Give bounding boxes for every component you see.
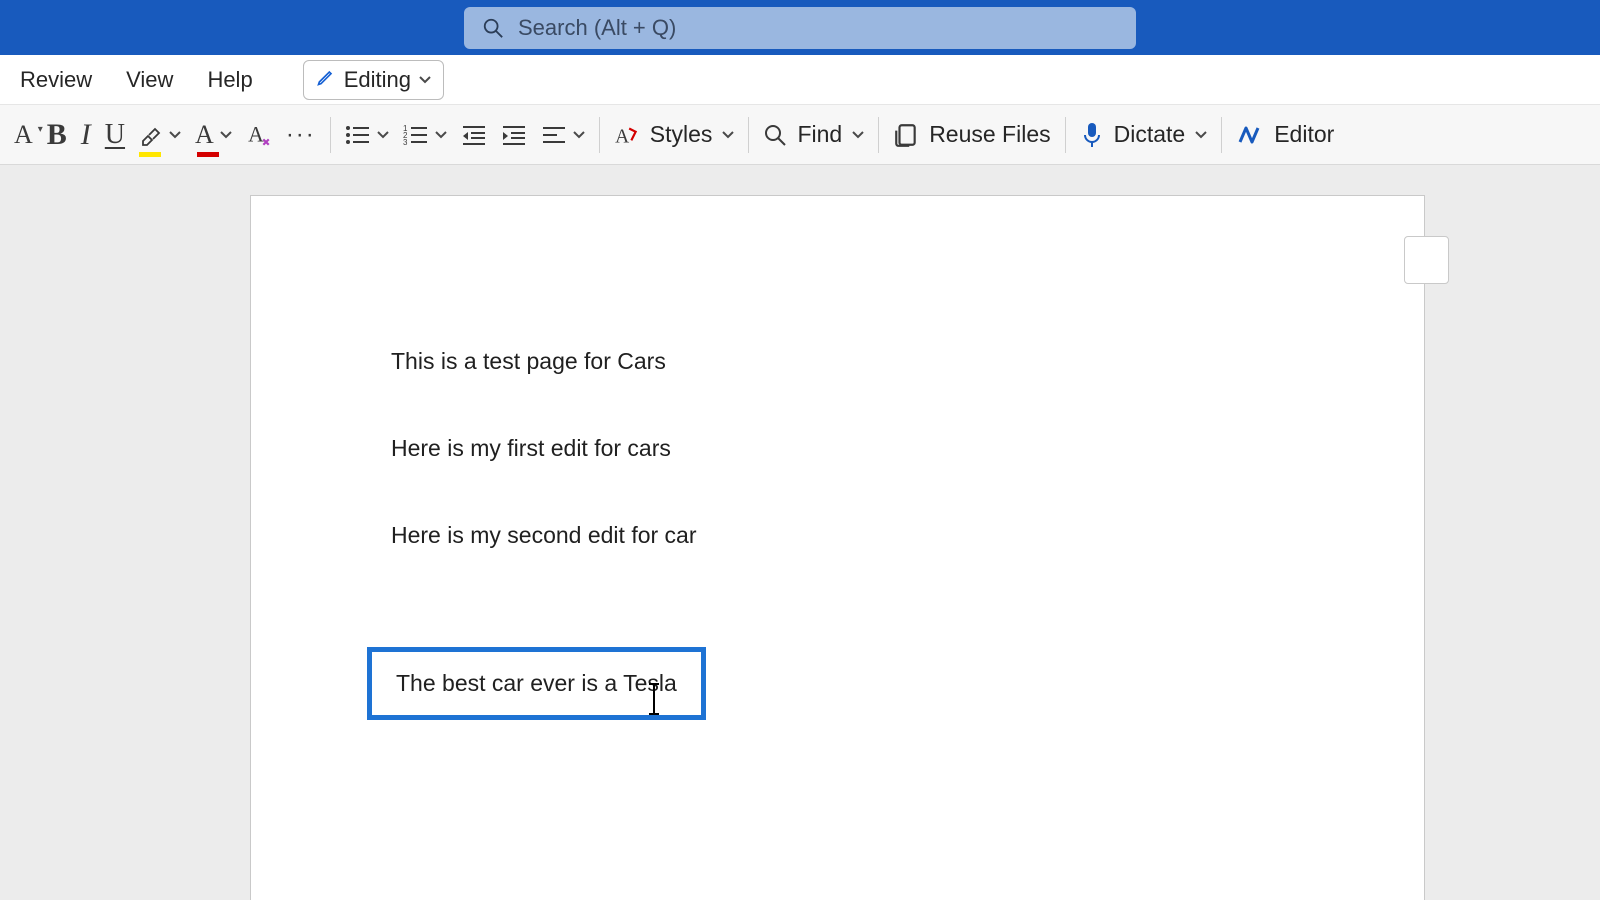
find-button[interactable]: Find bbox=[763, 115, 864, 155]
reuse-files-button[interactable]: Reuse Files bbox=[893, 115, 1050, 155]
styles-label: Styles bbox=[650, 121, 713, 148]
bullets-icon bbox=[345, 124, 371, 146]
editing-mode-button[interactable]: Editing bbox=[303, 60, 444, 100]
decrease-indent-button[interactable] bbox=[461, 115, 487, 155]
paragraph[interactable]: This is a test page for Cars bbox=[391, 346, 1284, 377]
document-canvas[interactable]: This is a test page for Cars Here is my … bbox=[0, 165, 1600, 900]
indent-icon bbox=[501, 124, 527, 146]
reuse-files-icon bbox=[893, 122, 919, 148]
highlight-icon bbox=[139, 123, 163, 147]
pen-icon bbox=[316, 67, 336, 93]
ribbon-toolbar: A▾ B I U A A ··· bbox=[0, 105, 1600, 165]
search-box[interactable]: Search (Alt + Q) bbox=[464, 7, 1136, 49]
clear-format-button[interactable]: A bbox=[246, 115, 272, 155]
numbering-button[interactable]: 1 2 3 bbox=[403, 115, 447, 155]
increase-indent-button[interactable] bbox=[501, 115, 527, 155]
font-color-button[interactable]: A bbox=[195, 115, 232, 155]
ribbon-tabs: Review View Help Editing bbox=[0, 55, 1600, 105]
paragraph[interactable]: Here is my first edit for cars bbox=[391, 433, 1284, 464]
bold-button[interactable]: B bbox=[47, 115, 67, 155]
dictate-button[interactable]: Dictate bbox=[1080, 115, 1208, 155]
bullets-button[interactable] bbox=[345, 115, 389, 155]
font-size-button[interactable]: A▾ bbox=[14, 115, 33, 155]
align-button[interactable] bbox=[541, 115, 585, 155]
svg-text:A: A bbox=[248, 122, 264, 146]
styles-button[interactable]: A Styles bbox=[614, 115, 735, 155]
svg-text:A: A bbox=[615, 126, 629, 147]
highlight-button[interactable] bbox=[139, 115, 181, 155]
ellipsis-icon: ··· bbox=[286, 121, 316, 149]
search-icon bbox=[763, 123, 787, 147]
paragraph[interactable]: Here is my second edit for car bbox=[391, 520, 1284, 551]
reuse-files-label: Reuse Files bbox=[929, 121, 1050, 148]
tab-review[interactable]: Review bbox=[20, 60, 92, 100]
microphone-icon bbox=[1080, 121, 1104, 149]
chevron-down-icon bbox=[573, 131, 585, 139]
tab-help[interactable]: Help bbox=[207, 60, 252, 100]
text-box-content[interactable]: The best car ever is a Tesla bbox=[396, 670, 677, 696]
chevron-down-icon bbox=[419, 76, 431, 84]
more-formatting-button[interactable]: ··· bbox=[286, 115, 316, 155]
editor-button[interactable]: Editor bbox=[1236, 115, 1334, 155]
find-label: Find bbox=[797, 121, 842, 148]
chevron-down-icon bbox=[169, 131, 181, 139]
chevron-down-icon bbox=[220, 131, 232, 139]
chevron-down-icon bbox=[435, 131, 447, 139]
clear-format-icon: A bbox=[246, 122, 272, 148]
search-icon bbox=[482, 17, 504, 39]
title-bar: Search (Alt + Q) bbox=[0, 0, 1600, 55]
dictate-label: Dictate bbox=[1114, 121, 1186, 148]
numbering-icon: 1 2 3 bbox=[403, 124, 429, 146]
text-cursor-icon bbox=[653, 685, 655, 713]
italic-button[interactable]: I bbox=[81, 115, 91, 155]
chevron-down-icon bbox=[722, 131, 734, 139]
editing-mode-label: Editing bbox=[344, 67, 411, 93]
chevron-down-icon bbox=[1195, 131, 1207, 139]
comment-marker[interactable] bbox=[1404, 236, 1449, 284]
svg-text:3: 3 bbox=[403, 138, 408, 146]
underline-button[interactable]: U bbox=[105, 115, 125, 155]
editor-icon bbox=[1236, 122, 1264, 148]
outdent-icon bbox=[461, 124, 487, 146]
chevron-down-icon bbox=[852, 131, 864, 139]
document-page[interactable]: This is a test page for Cars Here is my … bbox=[250, 195, 1425, 900]
tab-view[interactable]: View bbox=[126, 60, 173, 100]
search-placeholder: Search (Alt + Q) bbox=[518, 15, 676, 41]
styles-icon: A bbox=[614, 122, 640, 148]
editor-label: Editor bbox=[1274, 121, 1334, 148]
chevron-down-icon bbox=[377, 131, 389, 139]
align-icon bbox=[541, 124, 567, 146]
